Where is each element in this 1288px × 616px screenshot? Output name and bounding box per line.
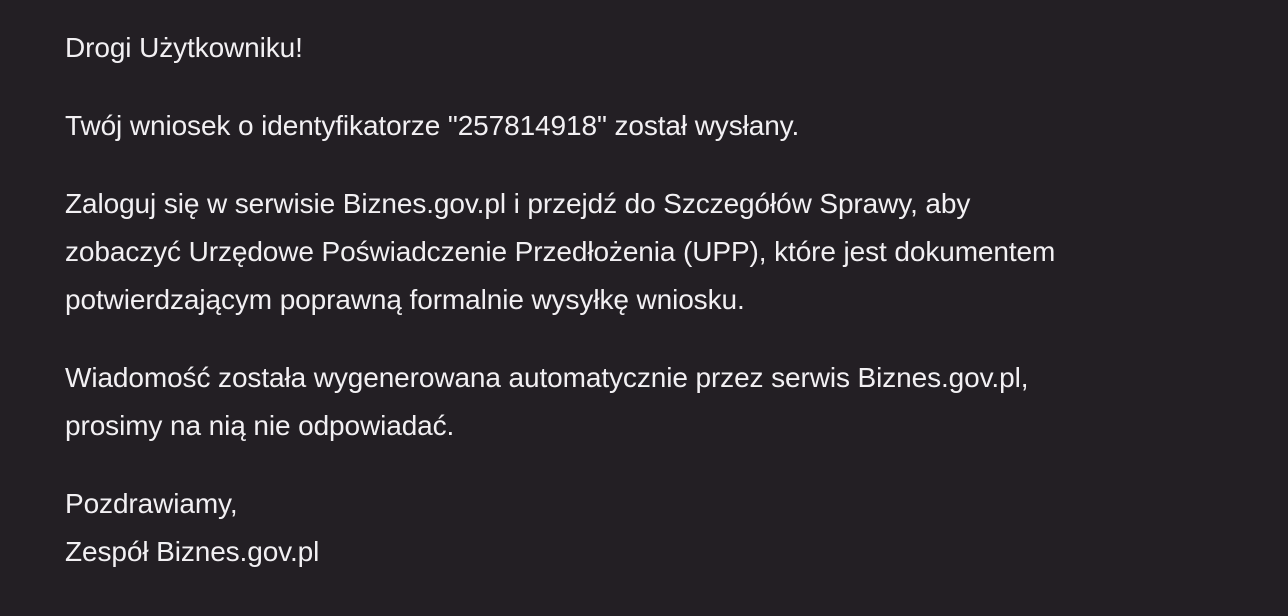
- signature-text: Zespół Biznes.gov.pl: [65, 536, 320, 567]
- submission-text: Twój wniosek o identyfikatorze "25781491…: [65, 110, 800, 141]
- email-body: Drogi Użytkowniku! Twój wniosek o identy…: [65, 24, 1265, 606]
- instructions-line-2: zobaczyć Urzędowe Poświadczenie Przedłoż…: [65, 236, 1056, 267]
- instructions-line-3: potwierdzającym poprawną formalnie wysył…: [65, 284, 745, 315]
- auto-notice-line-2: prosimy na nią nie odpowiadać.: [65, 410, 455, 441]
- auto-notice-paragraph: Wiadomość została wygenerowana automatyc…: [65, 354, 1265, 450]
- instructions-paragraph: Zaloguj się w serwisie Biznes.gov.pl i p…: [65, 180, 1265, 324]
- auto-notice-line-1: Wiadomość została wygenerowana automatyc…: [65, 362, 1029, 393]
- instructions-line-1: Zaloguj się w serwisie Biznes.gov.pl i p…: [65, 188, 971, 219]
- submission-paragraph: Twój wniosek o identyfikatorze "25781491…: [65, 102, 1265, 150]
- signoff-paragraph: Pozdrawiamy, Zespół Biznes.gov.pl: [65, 480, 1265, 576]
- greeting-text: Drogi Użytkowniku!: [65, 32, 303, 63]
- greeting-paragraph: Drogi Użytkowniku!: [65, 24, 1265, 72]
- closing-text: Pozdrawiamy,: [65, 488, 238, 519]
